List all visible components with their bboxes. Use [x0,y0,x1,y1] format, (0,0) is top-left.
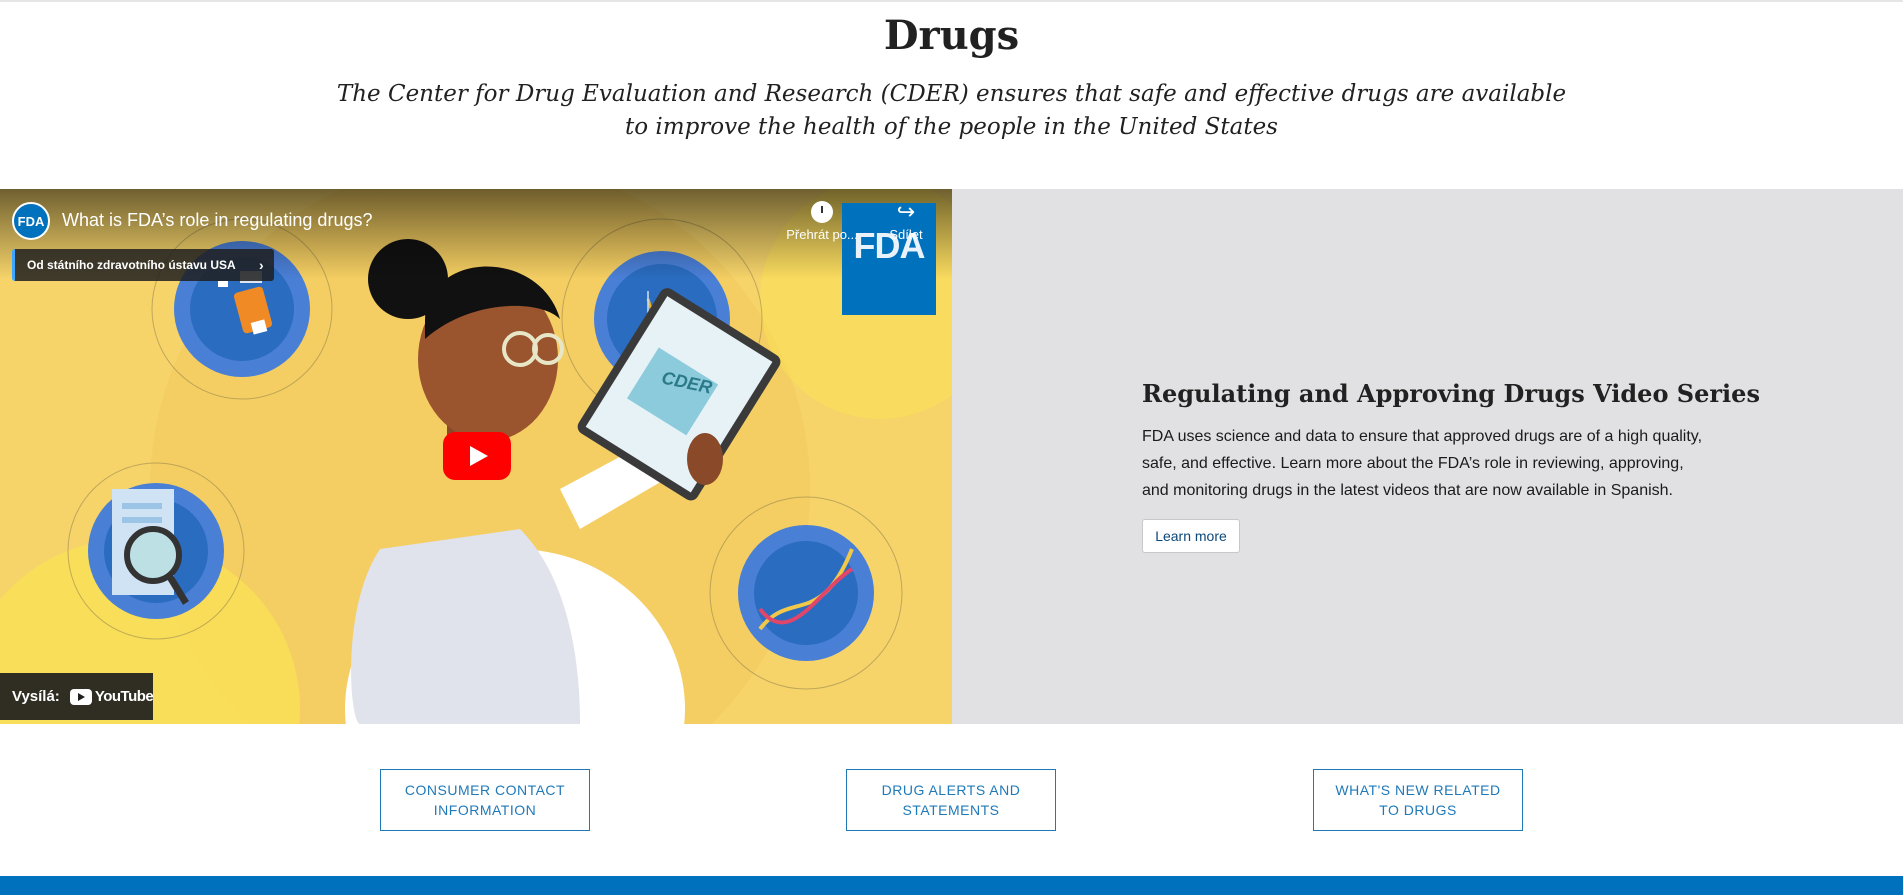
series-title: Regulating and Approving Drugs Video Ser… [1142,379,1760,408]
page-subtitle: The Center for Drug Evaluation and Resea… [336,81,1567,140]
info-chip-label: Od státního zdravotního ústavu USA [27,258,236,272]
play-button[interactable] [443,432,511,480]
share-button[interactable]: ↪ Sdílet [876,199,936,243]
youtube-wordmark: YouTube [94,688,154,705]
badge-prefix: Vysílá: [12,688,60,705]
page-title: Drugs [883,12,1020,59]
top-divider [0,0,1903,2]
chevron-right-icon: › [259,257,264,273]
play-icon [470,446,488,466]
video-title[interactable]: What is FDA’s role in regulating drugs? [62,210,372,231]
consumer-contact-link[interactable]: CONSUMER CONTACT INFORMATION [380,769,590,831]
channel-logo[interactable]: FDA [12,202,50,240]
watch-on-youtube-badge[interactable]: Vysílá: YouTube [0,673,154,720]
series-description: FDA uses science and data to ensure that… [1142,428,1703,499]
learn-more-button[interactable]: Learn more [1142,519,1240,553]
drug-alerts-link[interactable]: DRUG ALERTS AND STATEMENTS [846,769,1056,831]
share-label: Sdílet [889,227,923,242]
watch-later-button[interactable]: Přehrát po... [772,201,872,242]
youtube-logo: YouTube [69,688,154,705]
youtube-icon [69,688,92,705]
share-arrow-icon: ↪ [896,199,916,224]
clock-icon [811,201,833,223]
video-series-panel: Regulating and Approving Drugs Video Ser… [952,189,1903,724]
footer-bar [0,876,1903,895]
info-chip[interactable]: Od státního zdravotního ústavu USA › [12,249,274,281]
video-player[interactable]: CDER FDA What is FDA’s role in regulatin… [0,189,952,724]
watch-later-label: Přehrát po... [786,227,858,242]
whats-new-link[interactable]: WHAT'S NEW RELATED TO DRUGS [1313,769,1523,831]
